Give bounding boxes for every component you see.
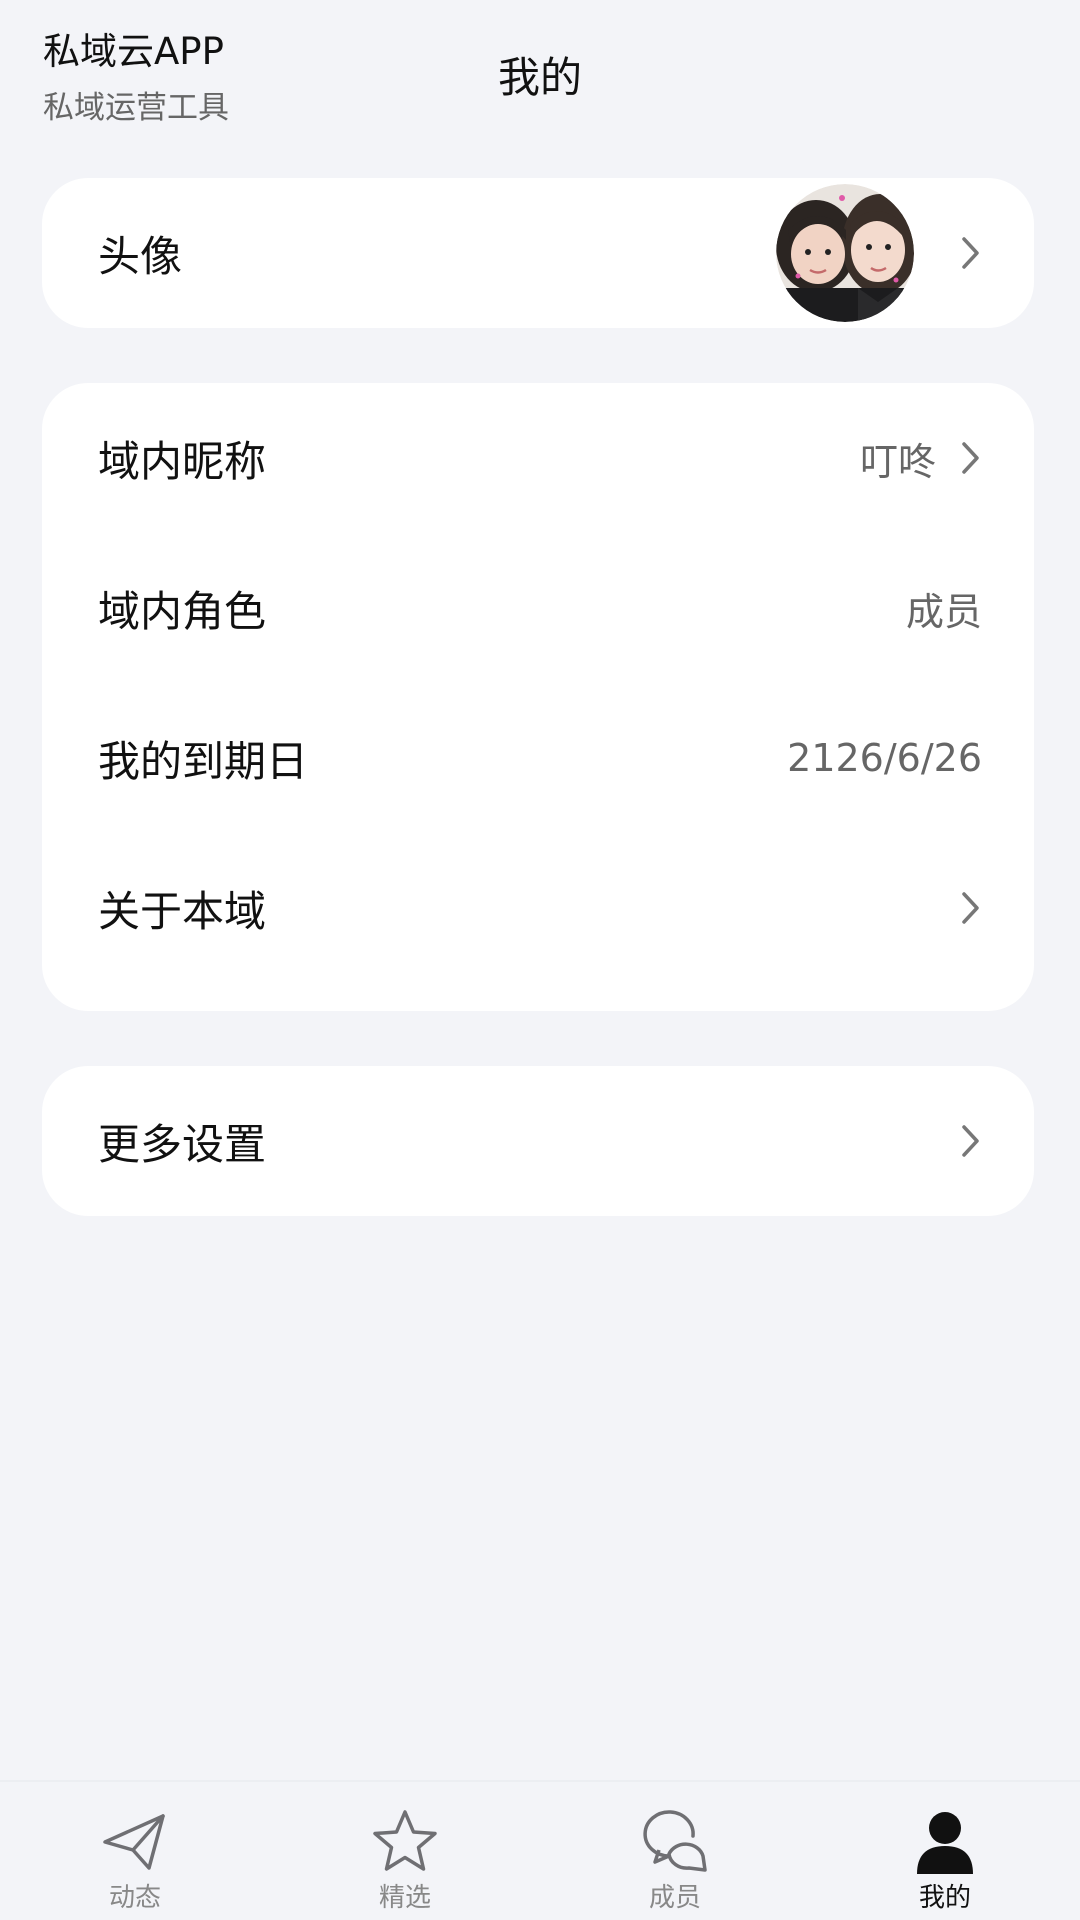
more-settings-label: 更多设置 (98, 1119, 267, 1169)
page-title: 我的 (497, 53, 582, 102)
avatar-row[interactable]: 头像 (42, 178, 1034, 328)
role-label: 域内角色 (98, 586, 267, 636)
nickname-value: 叮咚 (859, 439, 936, 484)
expiry-label: 我的到期日 (98, 736, 309, 786)
chevron-right-icon (942, 1121, 982, 1161)
expiry-row: 我的到期日 2126/6/26 (42, 683, 1034, 833)
chevron-right-icon (942, 438, 982, 478)
tab-label: 成员 (648, 1883, 701, 1913)
expiry-value: 2126/6/26 (787, 736, 982, 780)
avatar-label: 头像 (98, 231, 183, 281)
tab-label: 我的 (918, 1883, 971, 1913)
person-icon (917, 1812, 973, 1874)
paper-plane-icon (103, 1814, 165, 1870)
user-avatar[interactable] (776, 184, 914, 322)
tab-label: 动态 (108, 1883, 161, 1913)
avatar-card: 头像 (42, 178, 1034, 328)
bottom-tab-bar: 动态 精选 成员 我的 (0, 1780, 1080, 1920)
tab-me[interactable]: 我的 (810, 1782, 1080, 1920)
chevron-right-icon (942, 233, 982, 273)
more-settings-row[interactable]: 更多设置 (42, 1066, 1034, 1216)
tab-members[interactable]: 成员 (540, 1782, 810, 1920)
about-row[interactable]: 关于本域 (42, 833, 1034, 983)
about-label: 关于本域 (98, 886, 267, 936)
nickname-row[interactable]: 域内昵称 叮咚 (42, 383, 1034, 533)
role-row: 域内角色 成员 (42, 533, 1034, 683)
info-card: 域内昵称 叮咚 域内角色 成员 我的到期日 2126/6/26 关于本域 (42, 383, 1034, 1011)
chat-bubbles-icon (643, 1810, 707, 1872)
chevron-right-icon (942, 888, 982, 928)
star-icon (373, 1810, 437, 1871)
tab-featured[interactable]: 精选 (270, 1782, 540, 1920)
settings-card: 更多设置 (42, 1066, 1034, 1216)
nickname-label: 域内昵称 (98, 436, 267, 486)
tab-feed[interactable]: 动态 (0, 1782, 270, 1920)
role-value: 成员 (905, 589, 982, 634)
tab-label: 精选 (378, 1883, 431, 1913)
